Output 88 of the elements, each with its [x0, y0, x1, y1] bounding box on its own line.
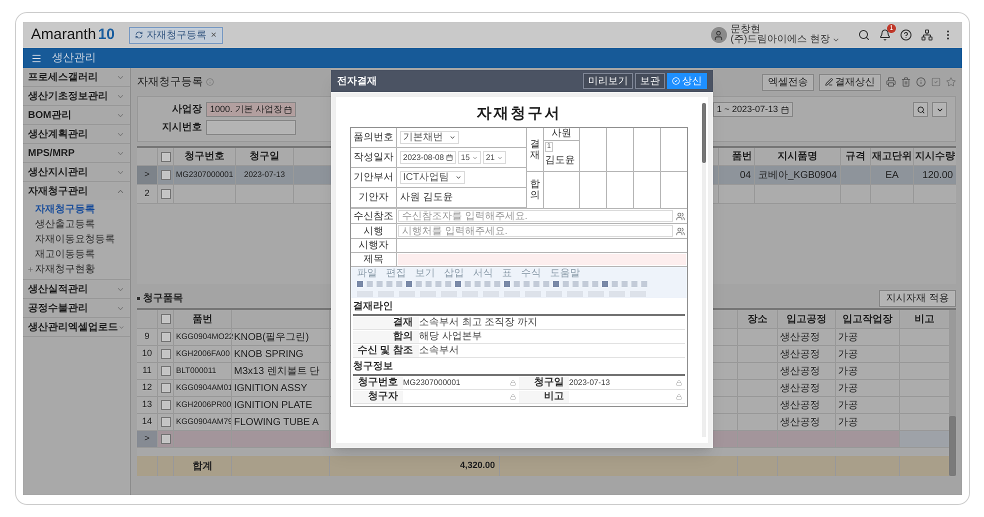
row-header: 12: [142, 381, 152, 394]
table-cell-text: 가공: [838, 330, 858, 344]
table-cell-text: 생산공정: [780, 364, 820, 378]
drafter-name: 사원 김도윤: [400, 191, 453, 205]
table-cell-text: 04: [740, 168, 751, 182]
row-header: 11: [142, 364, 152, 378]
page-title: 자재청구등록: [137, 74, 203, 90]
field-value: 소속부서: [419, 344, 459, 356]
approval-label: 결재: [530, 138, 540, 160]
table-cell-text: 코베아_KGB0904: [758, 168, 837, 182]
table-cell-text: IGNITION PLATE: [234, 398, 312, 412]
form-label: 품의번호: [354, 131, 394, 145]
column-header: 비고: [914, 312, 934, 326]
table-cell: 2023-07-13: [244, 169, 285, 181]
row-header: 9: [144, 330, 150, 344]
user-name: 문창현: [730, 25, 761, 35]
field-value: 소속부서 최고 조직장 까지: [419, 316, 538, 328]
module-title: 생산관리: [52, 50, 96, 66]
table-cell-text: EA: [885, 168, 899, 182]
row-header: 14: [142, 415, 152, 428]
form-label: 시행: [364, 224, 384, 238]
table-cell-text: KNOB(필우그린): [234, 330, 309, 344]
form-label: 기안부서: [354, 171, 394, 185]
column-header: 지시수량: [915, 150, 955, 164]
column-header: 청구번호: [184, 150, 224, 164]
table-cell: MG2307000001: [176, 169, 234, 181]
column-header: 품번: [192, 312, 212, 326]
table-cell-text: 생산공정: [780, 416, 820, 430]
row-header: >: [144, 168, 150, 182]
section-heading: 청구정보: [353, 361, 685, 376]
table-cell-text: FLOWING TUBE A: [234, 416, 319, 430]
table-cell-text: 생산공정: [780, 348, 820, 362]
form-label: 제목: [364, 253, 384, 267]
column-header: 청구일: [250, 150, 280, 164]
column-header: 규격: [846, 150, 866, 164]
form-label: 시행자: [358, 239, 388, 253]
table-cell-text: 120.00: [922, 168, 953, 182]
section-title: 청구품목: [143, 292, 183, 306]
section-heading: 결재라인: [353, 301, 685, 316]
table-cell-text: 가공: [838, 348, 858, 362]
search-label: 지시번호: [161, 121, 202, 135]
row-header: 10: [142, 347, 152, 360]
field-value: 2023-07-13: [569, 376, 611, 388]
column-header: 재고단위: [872, 150, 912, 164]
form-label: 기안자: [358, 191, 388, 205]
row-header: 2: [144, 187, 150, 200]
column-header: 지시품명: [778, 150, 818, 164]
column-header: 품번: [732, 150, 752, 164]
total-value: 4,320.00: [460, 459, 495, 472]
field-label: 합의: [353, 330, 419, 342]
field-label: 비고: [519, 390, 569, 402]
field-label: 청구자: [353, 390, 403, 402]
approver-position: 사원: [552, 128, 572, 140]
field-label: 청구일: [519, 376, 569, 388]
table-cell: KGH2006PR00: [176, 399, 232, 411]
table-cell-text: 가공: [838, 382, 858, 396]
search-label: 사업장: [171, 103, 202, 117]
column-header: 입고공정: [786, 312, 826, 326]
table-cell: KGG0904AM79: [176, 416, 232, 428]
field-value: 해당 사업본부: [419, 330, 482, 342]
table-cell-text: KNOB SPRING: [234, 348, 304, 362]
table-cell-text: 가공: [838, 398, 858, 412]
table-cell-text: 가공: [838, 416, 858, 430]
total-label: 합계: [192, 460, 212, 474]
table-cell-text: M3x13 렌치볼트 단: [234, 364, 320, 378]
column-header: 장소: [748, 312, 768, 326]
table-cell: BLT000011: [176, 365, 216, 377]
row-header: 13: [142, 398, 152, 412]
agreement-label: 합의: [530, 179, 540, 201]
field-label: 수신 및 참조: [353, 344, 419, 356]
form-label: 작성일자: [354, 151, 394, 165]
form-label: 수신참조: [354, 210, 394, 224]
row-header: >: [144, 432, 150, 446]
table-cell: KGH2006FA00: [176, 348, 230, 360]
table-cell-text: 생산공정: [780, 330, 820, 344]
table-cell-text: 가공: [838, 364, 858, 378]
table-cell-text: IGNITION ASSY: [234, 382, 308, 396]
column-header: 입고작업장: [842, 312, 892, 326]
document-title: 자재청구서: [476, 105, 562, 123]
field-label: 결재: [353, 316, 419, 328]
table-cell: KGG0904MO22: [176, 331, 234, 343]
table-cell: KGG0904AM01: [176, 382, 232, 394]
approver-name: 김도윤: [545, 155, 575, 167]
dialog-title: 전자결재: [337, 74, 377, 88]
table-cell-text: 생산공정: [780, 398, 820, 412]
field-label: 청구번호: [353, 376, 403, 388]
table-cell-text: 생산공정: [780, 382, 820, 396]
field-value: MG2307000001: [403, 376, 462, 388]
